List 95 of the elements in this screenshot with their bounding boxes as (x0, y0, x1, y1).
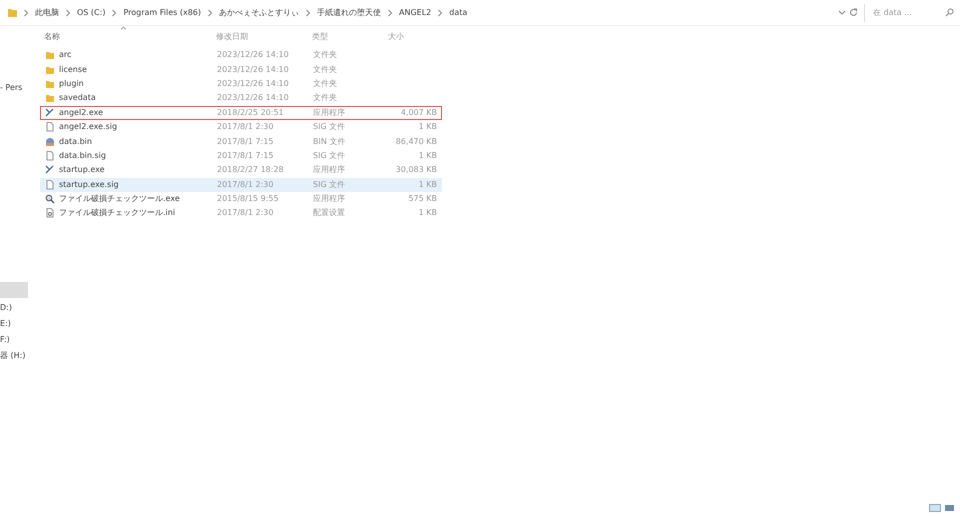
file-type: BIN 文件 (313, 136, 346, 148)
chevron-right-icon (305, 8, 312, 16)
modified-date: 2017/8/1 2:30 (217, 178, 274, 191)
modified-date: 2018/2/25 20:51 (217, 106, 285, 119)
file-name: savedata (59, 92, 96, 104)
breadcrumb-item[interactable]: 手紙遺れの堕天使 (317, 6, 382, 18)
file-name: data.bin (59, 136, 92, 148)
folder-icon (45, 78, 55, 89)
file-type: 文件夹 (313, 64, 338, 76)
file-name: license (59, 64, 87, 76)
file-row[interactable]: arc 2023/12/26 14:10 文件夹 (40, 48, 442, 62)
app-icon (45, 108, 55, 118)
file-name: angel2.exe.sig (59, 121, 118, 134)
folder-icon (45, 93, 55, 104)
chevron-right-icon (111, 8, 118, 16)
modified-date: 2015/8/15 9:55 (217, 193, 280, 206)
chevron-right-icon (23, 8, 29, 16)
file-size: 30,083 KB (394, 164, 437, 176)
file-type: 文件夹 (313, 49, 338, 62)
app-icon (45, 165, 55, 176)
file-size: 1 KB (418, 178, 437, 191)
file-type: SIG 文件 (313, 150, 346, 162)
folder-icon (45, 64, 55, 75)
file-row[interactable]: startup.exe 2018/2/27 18:28 应用程序 30,083 KB (40, 163, 442, 178)
file-type: 配置设置 (313, 207, 346, 220)
breadcrumb-item[interactable]: あかべぇそふとすりぃ (219, 6, 300, 18)
search-icon (945, 8, 954, 17)
breadcrumb-item[interactable]: data (449, 6, 468, 18)
breadcrumb-item[interactable]: 此电脑 (35, 6, 59, 18)
file-type: SIG 文件 (313, 178, 346, 191)
sidebar-item[interactable]: F:) (0, 332, 36, 348)
modified-date: 2017/8/1 7:15 (217, 150, 274, 162)
file-type: 应用程序 (313, 193, 346, 206)
file-name: plugin (59, 78, 84, 90)
outlined-file-row[interactable]: angel2.exe 2018/2/25 20:51 应用程序 4,007 KB (40, 106, 442, 120)
chevron-down-icon[interactable] (838, 10, 846, 16)
file-size: 1 KB (418, 121, 437, 134)
file-type: 文件夹 (313, 92, 338, 104)
file-name: ファイル破損チェックツール.ini (59, 207, 176, 220)
file-row[interactable]: ファイル破損チェックツール.ini 2017/8/1 2:30 配置设置 1 KB (40, 206, 442, 221)
details-view-icon[interactable] (929, 504, 941, 512)
folder-icon (45, 50, 55, 60)
file-row[interactable]: startup.exe.sig 2017/8/1 2:30 SIG 文件 1 KB (40, 178, 442, 192)
file-name: ファイル破損チェックツール.exe (59, 193, 180, 206)
file-type: 应用程序 (313, 106, 346, 119)
modified-date: 2023/12/26 14:10 (217, 92, 290, 104)
file-icon (45, 180, 55, 190)
sidebar-item[interactable]: E:) (0, 316, 36, 332)
file-name: angel2.exe (59, 106, 104, 119)
file-name: startup.exe.sig (59, 178, 119, 191)
breadcrumb-item[interactable]: ANGEL2 (399, 6, 432, 18)
file-row[interactable]: plugin 2023/12/26 14:10 文件夹 (40, 76, 442, 92)
column-header[interactable]: 名称 (40, 31, 216, 43)
breadcrumb-item[interactable]: OS (C:) (77, 6, 106, 18)
chevron-right-icon (387, 8, 394, 16)
file-row[interactable]: ファイル破損チェックツール.exe 2015/8/15 9:55 应用程序 575 KB (40, 192, 442, 206)
file-icon (45, 150, 55, 161)
modified-date: 2017/8/1 2:30 (217, 121, 274, 134)
file-row[interactable]: angel2.exe.sig 2017/8/1 2:30 SIG 文件 1 KB (40, 120, 442, 134)
file-row[interactable]: license 2023/12/26 14:10 文件夹 (40, 62, 442, 77)
file-size: 1 KB (418, 150, 437, 162)
large-icons-view-icon[interactable] (945, 504, 954, 511)
chevron-right-icon (207, 8, 214, 16)
sidebar-item[interactable]: D:) (0, 300, 36, 316)
sort-up-icon (120, 26, 127, 30)
modified-date: 2018/2/27 18:28 (217, 164, 285, 176)
sidebar-item[interactable]: - Pers (0, 80, 36, 96)
modified-date: 2017/8/1 7:15 (217, 136, 274, 148)
file-type: 应用程序 (313, 164, 346, 176)
file-size: 4,007 KB (400, 106, 437, 119)
file-type: 文件夹 (313, 78, 338, 90)
file-icon (45, 122, 55, 132)
chevron-right-icon (65, 8, 71, 16)
file-name: startup.exe (59, 164, 105, 176)
file-size: 575 KB (407, 193, 437, 206)
file-name: arc (59, 49, 72, 62)
search-field[interactable]: 在 data ... (871, 6, 931, 20)
modified-date: 2017/8/1 2:30 (217, 207, 274, 220)
file-row[interactable]: data.bin.sig 2017/8/1 7:15 SIG 文件 1 KB (40, 148, 442, 164)
folder-icon (8, 8, 17, 17)
modified-date: 2023/12/26 14:10 (217, 64, 290, 76)
chevron-right-icon (437, 8, 444, 16)
magnifier-icon (45, 194, 55, 204)
modified-date: 2023/12/26 14:10 (217, 49, 290, 62)
sidebar-item[interactable]: 器 (H:) (0, 348, 36, 364)
settings-file-icon (45, 208, 55, 218)
file-row[interactable]: data.bin 2017/8/1 7:15 BIN 文件 86,470 KB (40, 134, 442, 149)
file-row[interactable]: savedata 2023/12/26 14:10 文件夹 (40, 91, 442, 106)
breadcrumb-item[interactable]: Program Files (x86) (123, 6, 202, 18)
file-size: 1 KB (418, 207, 437, 220)
modified-date: 2023/12/26 14:10 (217, 78, 290, 90)
file-name: data.bin.sig (59, 150, 106, 162)
refresh-icon[interactable] (849, 8, 858, 17)
file-type: SIG 文件 (313, 121, 346, 134)
file-size: 86,470 KB (394, 136, 437, 148)
